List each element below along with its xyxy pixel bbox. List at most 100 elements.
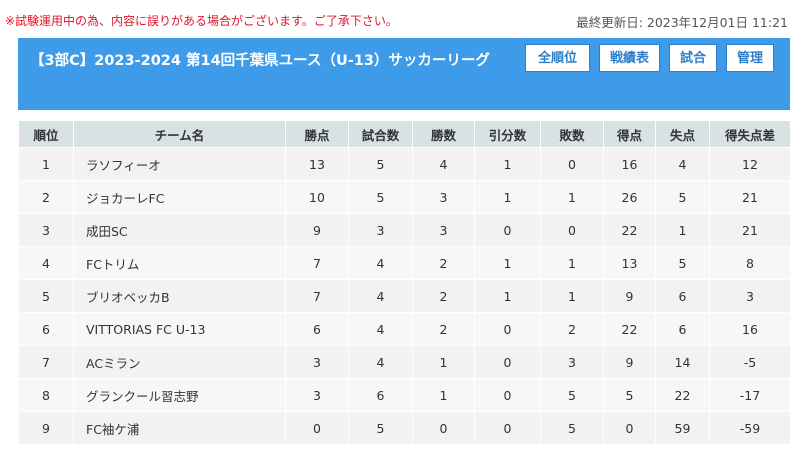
goal-diff-cell: 3 xyxy=(709,279,791,313)
wins-cell: 4 xyxy=(412,147,475,181)
table-row: 5 ブリオベッカB 7 4 2 1 1 9 6 3 xyxy=(18,279,791,313)
played-cell: 4 xyxy=(348,345,413,379)
goals-for-cell: 22 xyxy=(603,312,656,346)
wins-cell: 3 xyxy=(412,180,475,214)
points-cell: 3 xyxy=(285,345,349,379)
admin-button[interactable]: 管理 xyxy=(725,44,774,72)
header-goal-diff: 得失点差 xyxy=(709,120,791,148)
rank-cell: 2 xyxy=(18,180,74,214)
wins-cell: 3 xyxy=(412,213,475,247)
table-row: 8 グランクール習志野 3 6 1 0 5 5 22 -17 xyxy=(18,378,791,412)
team-name-cell: VITTORIAS FC U-13 xyxy=(73,312,286,346)
all-standings-button[interactable]: 全順位 xyxy=(524,44,590,72)
goals-against-cell: 59 xyxy=(655,411,710,445)
rank-cell: 3 xyxy=(18,213,74,247)
rank-cell: 8 xyxy=(18,378,74,412)
draws-cell: 1 xyxy=(474,147,541,181)
wins-cell: 0 xyxy=(412,411,475,445)
draws-cell: 1 xyxy=(474,279,541,313)
draws-cell: 0 xyxy=(474,345,541,379)
points-cell: 10 xyxy=(285,180,349,214)
header-points: 勝点 xyxy=(285,120,349,148)
header-rank: 順位 xyxy=(18,120,74,148)
goal-diff-cell: -17 xyxy=(709,378,791,412)
goals-for-cell: 22 xyxy=(603,213,656,247)
losses-cell: 3 xyxy=(540,345,604,379)
goals-against-cell: 6 xyxy=(655,312,710,346)
rank-cell: 9 xyxy=(18,411,74,445)
header-losses: 敗数 xyxy=(540,120,604,148)
last-updated: 最終更新日: 2023年12月01日 11:21 xyxy=(576,15,788,30)
points-cell: 13 xyxy=(285,147,349,181)
table-row: 2 ジョカーレFC 10 5 3 1 1 26 5 21 xyxy=(18,180,791,214)
team-name-cell: FC袖ケ浦 xyxy=(73,411,286,445)
goals-against-cell: 1 xyxy=(655,213,710,247)
notice-text: ※試験運用中の為、内容に誤りがある場合がございます。ご了承下さい。 xyxy=(5,14,398,28)
table-row: 4 FCトリム 7 4 2 1 1 13 5 8 xyxy=(18,246,791,280)
notice-row: ※試験運用中の為、内容に誤りがある場合がございます。ご了承下さい。 最終更新日:… xyxy=(0,0,802,38)
rank-cell: 4 xyxy=(18,246,74,280)
goals-against-cell: 4 xyxy=(655,147,710,181)
rank-cell: 5 xyxy=(18,279,74,313)
played-cell: 3 xyxy=(348,213,413,247)
goal-diff-cell: -59 xyxy=(709,411,791,445)
goals-for-cell: 5 xyxy=(603,378,656,412)
team-name-cell: ACミラン xyxy=(73,345,286,379)
wins-cell: 2 xyxy=(412,246,475,280)
goals-against-cell: 22 xyxy=(655,378,710,412)
draws-cell: 0 xyxy=(474,411,541,445)
rank-cell: 6 xyxy=(18,312,74,346)
matches-button[interactable]: 試合 xyxy=(668,44,717,72)
played-cell: 4 xyxy=(348,246,413,280)
header-goals-for: 得点 xyxy=(603,120,656,148)
header-team: チーム名 xyxy=(73,120,286,148)
wins-cell: 1 xyxy=(412,378,475,412)
league-title: 【3部C】2023-2024 第14回千葉県ユース（U-13）サッカーリーグ xyxy=(30,53,490,69)
losses-cell: 0 xyxy=(540,213,604,247)
header-goals-against: 失点 xyxy=(655,120,710,148)
points-cell: 7 xyxy=(285,246,349,280)
standings-header-row: 順位 チーム名 勝点 試合数 勝数 引分数 敗数 得点 失点 得失点差 xyxy=(18,120,791,148)
league-banner: 【3部C】2023-2024 第14回千葉県ユース（U-13）サッカーリーグ 全… xyxy=(18,38,790,110)
draws-cell: 0 xyxy=(474,213,541,247)
table-row: 6 VITTORIAS FC U-13 6 4 2 0 2 22 6 16 xyxy=(18,312,791,346)
rank-cell: 7 xyxy=(18,345,74,379)
wins-cell: 2 xyxy=(412,279,475,313)
losses-cell: 5 xyxy=(540,411,604,445)
goals-against-cell: 6 xyxy=(655,279,710,313)
wins-cell: 1 xyxy=(412,345,475,379)
points-cell: 9 xyxy=(285,213,349,247)
goals-for-cell: 9 xyxy=(603,345,656,379)
standings-table: 順位 チーム名 勝点 試合数 勝数 引分数 敗数 得点 失点 得失点差 1 ラソ… xyxy=(18,120,791,445)
table-row: 3 成田SC 9 3 3 0 0 22 1 21 xyxy=(18,213,791,247)
rank-cell: 1 xyxy=(18,147,74,181)
team-name-cell: FCトリム xyxy=(73,246,286,280)
goal-diff-cell: 16 xyxy=(709,312,791,346)
losses-cell: 1 xyxy=(540,246,604,280)
goals-for-cell: 16 xyxy=(603,147,656,181)
goal-diff-cell: -5 xyxy=(709,345,791,379)
results-table-button[interactable]: 戦績表 xyxy=(598,44,660,72)
points-cell: 6 xyxy=(285,312,349,346)
draws-cell: 1 xyxy=(474,246,541,280)
header-played: 試合数 xyxy=(348,120,413,148)
goals-for-cell: 9 xyxy=(603,279,656,313)
wins-cell: 2 xyxy=(412,312,475,346)
points-cell: 7 xyxy=(285,279,349,313)
losses-cell: 1 xyxy=(540,279,604,313)
goals-against-cell: 14 xyxy=(655,345,710,379)
header-wins: 勝数 xyxy=(412,120,475,148)
goal-diff-cell: 21 xyxy=(709,180,791,214)
header-draws: 引分数 xyxy=(474,120,541,148)
team-name-cell: グランクール習志野 xyxy=(73,378,286,412)
team-name-cell: 成田SC xyxy=(73,213,286,247)
losses-cell: 1 xyxy=(540,180,604,214)
played-cell: 4 xyxy=(348,312,413,346)
team-name-cell: ブリオベッカB xyxy=(73,279,286,313)
points-cell: 0 xyxy=(285,411,349,445)
draws-cell: 1 xyxy=(474,180,541,214)
goals-for-cell: 0 xyxy=(603,411,656,445)
goals-for-cell: 26 xyxy=(603,180,656,214)
goal-diff-cell: 21 xyxy=(709,213,791,247)
goal-diff-cell: 8 xyxy=(709,246,791,280)
